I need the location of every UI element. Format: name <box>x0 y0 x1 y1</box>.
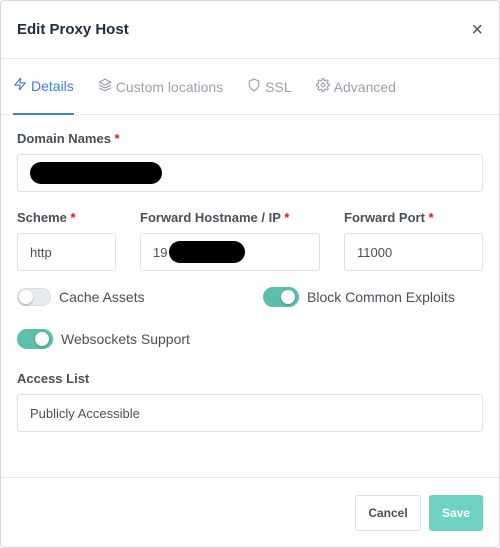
forward-port-input[interactable]: 11000 <box>344 233 483 271</box>
forward-host-value: 19 <box>153 244 168 260</box>
shield-icon <box>247 78 261 95</box>
forward-host-input[interactable]: 19 <box>140 233 320 271</box>
lightning-icon <box>13 77 27 94</box>
toggle-row-2: Websockets Support <box>17 329 483 349</box>
domain-names-label: Domain Names * <box>17 131 120 146</box>
required-mark: * <box>114 131 120 146</box>
tab-ssl[interactable]: SSL <box>247 59 292 115</box>
switch-knob <box>281 290 295 304</box>
save-button[interactable]: Save <box>429 494 483 531</box>
cache-assets-label: Cache Assets <box>59 289 145 305</box>
block-exploits-label: Block Common Exploits <box>307 289 455 305</box>
tab-details-label: Details <box>31 77 74 94</box>
scheme-label: Scheme * <box>17 210 76 225</box>
cache-assets-switch[interactable] <box>17 288 51 306</box>
redaction-mark <box>169 241 246 263</box>
scheme-input[interactable]: http <box>17 233 116 271</box>
websockets-toggle[interactable]: Websockets Support <box>17 329 190 349</box>
form-body: Domain Names * Scheme * http Forward Hos… <box>1 115 499 448</box>
modal-footer: Cancel Save <box>1 477 499 547</box>
tab-custom-locations-label: Custom locations <box>115 78 224 95</box>
switch-knob <box>35 332 49 346</box>
forward-host-label: Forward Hostname / IP * <box>140 210 290 225</box>
toggle-row-1: Cache Assets Block Common Exploits <box>17 287 483 307</box>
tab-advanced[interactable]: Advanced <box>315 59 396 115</box>
layers-icon <box>98 78 112 95</box>
block-exploits-toggle[interactable]: Block Common Exploits <box>263 287 455 307</box>
tab-ssl-label: SSL <box>265 78 292 95</box>
redaction-mark <box>30 162 162 184</box>
domain-names-input[interactable] <box>17 154 483 192</box>
close-icon[interactable]: × <box>471 20 483 40</box>
forward-port-label: Forward Port * <box>344 210 434 225</box>
block-exploits-switch[interactable] <box>263 287 299 307</box>
forward-port-group: Forward Port * 11000 <box>344 210 483 271</box>
tab-custom-locations[interactable]: Custom locations <box>98 59 223 115</box>
tab-advanced-label: Advanced <box>333 78 396 95</box>
required-mark: * <box>428 210 434 225</box>
required-mark: * <box>70 210 76 225</box>
websockets-label: Websockets Support <box>61 331 190 347</box>
cancel-button[interactable]: Cancel <box>355 494 421 531</box>
switch-knob <box>19 290 33 304</box>
cache-assets-toggle[interactable]: Cache Assets <box>17 287 263 307</box>
forward-host-group: Forward Hostname / IP * 19 <box>140 210 320 271</box>
required-mark: * <box>284 210 290 225</box>
gear-icon <box>315 78 330 95</box>
access-list-label: Access List <box>17 371 90 386</box>
forward-row: Scheme * http Forward Hostname / IP * 19… <box>17 210 483 271</box>
tab-bar: Details Custom locations SSL Advanced <box>1 59 499 115</box>
websockets-switch[interactable] <box>17 329 53 349</box>
tab-details[interactable]: Details <box>13 59 74 115</box>
access-list-select[interactable]: Publicly Accessible <box>17 394 483 432</box>
edit-proxy-host-modal: Edit Proxy Host × Details Custom locatio… <box>0 0 500 548</box>
modal-title: Edit Proxy Host <box>17 21 129 38</box>
modal-header: Edit Proxy Host × <box>1 1 499 59</box>
scheme-group: Scheme * http <box>17 210 116 271</box>
